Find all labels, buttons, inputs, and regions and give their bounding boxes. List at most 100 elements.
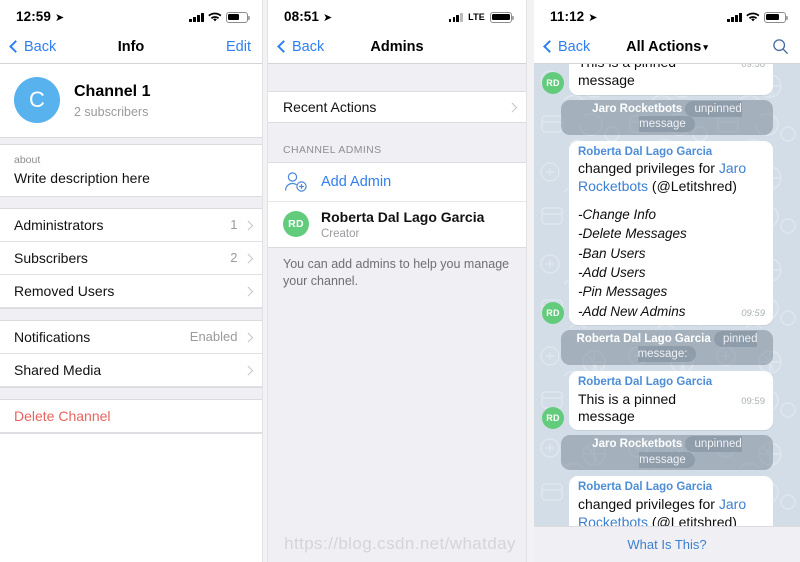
message-bubble[interactable]: Roberta Dal Lago Garcia changed privileg… (569, 140, 773, 325)
admin-name: Roberta Dal Lago Garcia (321, 209, 485, 225)
message-row[interactable]: RD Roberta Dal Lago Garcia This is a pin… (542, 370, 792, 431)
nav-bar-admins: Back Admins (268, 30, 526, 64)
chevron-right-icon (243, 365, 253, 375)
avatar: RD (542, 301, 564, 324)
phone-panel-chat: 11:12 ➤ Back All Actions ▾ RD message 09… (534, 0, 800, 562)
admins-footer-note: You can add admins to help you manage yo… (283, 256, 510, 289)
signal-bars-icon (727, 12, 742, 22)
message-row[interactable]: RD This is a pinned message 09:58 (542, 64, 792, 95)
back-label: Back (24, 38, 57, 55)
permissions-list: -Change Info -Delete Messages -Ban Users… (578, 205, 765, 321)
battery-icon (226, 11, 251, 23)
row-label: Administrators (14, 216, 104, 233)
nav-bar-info: Back Info Edit (0, 30, 262, 64)
chat-message-list[interactable]: RD This is a pinned message 09:58 Jaro R… (534, 64, 800, 562)
section-divider (0, 307, 262, 321)
chevron-left-icon (277, 40, 290, 53)
row-label: Removed Users (14, 282, 115, 299)
admins-body: Recent Actions CHANNEL ADMINS Add Admin (268, 64, 526, 562)
avatar: RD (542, 407, 564, 430)
back-button-admins[interactable]: Back (277, 38, 325, 55)
nav-bar-chat: Back All Actions ▾ (534, 30, 800, 64)
channel-avatar: C (14, 77, 60, 123)
message-time: 09:59 (741, 395, 765, 407)
chevron-down-icon: ▾ (703, 41, 708, 52)
phone-panel-admins: 08:51 ➤ LTE Back Admins Recent Actions CH… (268, 0, 526, 562)
edit-button[interactable]: Edit (226, 39, 251, 55)
battery-icon (764, 11, 789, 23)
permission-item: -Add New Admins (578, 303, 686, 319)
add-person-icon (283, 170, 309, 194)
recent-actions-label: Recent Actions (283, 99, 377, 115)
status-bar-chat: 11:12 ➤ (534, 0, 800, 30)
panel-gap-2 (526, 0, 534, 562)
permission-item: -Change Info (578, 207, 657, 223)
body-suffix: (@Letitshred) (648, 178, 737, 195)
row-administrators[interactable]: Administrators 1 (0, 208, 262, 242)
wifi-icon (746, 12, 760, 23)
chevron-right-icon (243, 332, 253, 342)
row-subscribers[interactable]: Subscribers 2 (0, 241, 262, 275)
row-removed-users[interactable]: Removed Users (0, 274, 262, 308)
row-value: Enabled (189, 329, 238, 345)
message-bubble[interactable]: This is a pinned message 09:58 (569, 64, 773, 95)
chevron-right-icon (243, 286, 253, 296)
message-text: This is a pinned message (578, 64, 676, 88)
message-sender: Roberta Dal Lago Garcia (578, 481, 713, 494)
status-time: 08:51 ➤ (284, 9, 333, 24)
row-label: Notifications (14, 328, 91, 345)
delete-channel-label: Delete Channel (14, 407, 111, 424)
wifi-icon (208, 12, 222, 23)
admin-role: Creator (321, 227, 360, 240)
message-sender: Roberta Dal Lago Garcia (578, 145, 713, 158)
system-actor: Jaro Rocketbots (592, 438, 683, 451)
delete-channel-button[interactable]: Delete Channel (0, 399, 262, 433)
chat-footer: What Is This? (534, 526, 800, 562)
body-prefix: changed privileges for (578, 160, 719, 177)
status-bar-admins: 08:51 ➤ LTE (268, 0, 526, 30)
signal-bars-icon (189, 12, 204, 22)
message-bubble[interactable]: Roberta Dal Lago Garcia This is a pinned… (569, 370, 773, 431)
system-message: Roberta Dal Lago Garcia pinned message: (542, 329, 792, 365)
permission-item: -Add Users (578, 265, 646, 281)
location-arrow-icon: ➤ (588, 12, 598, 24)
body-prefix: changed privileges for (578, 495, 719, 512)
back-button-chat[interactable]: Back (543, 39, 590, 55)
all-actions-label: All Actions (626, 38, 702, 55)
channel-subscribers: 2 subscribers (74, 104, 149, 119)
row-shared-media[interactable]: Shared Media (0, 353, 262, 387)
admin-list-item[interactable]: RD Roberta Dal Lago Garcia Creator (268, 201, 526, 247)
chevron-left-icon (543, 40, 556, 53)
message-row[interactable]: RD Roberta Dal Lago Garcia changed privi… (542, 140, 792, 325)
section-header-channel-admins: CHANNEL ADMINS (283, 144, 382, 156)
chevron-right-icon (507, 102, 517, 112)
message-time: 09:58 (741, 64, 765, 70)
location-arrow-icon: ➤ (55, 12, 65, 24)
row-recent-actions[interactable]: Recent Actions (268, 91, 526, 123)
row-value: 2 (230, 250, 238, 266)
chevron-right-icon (243, 253, 253, 263)
back-button-info[interactable]: Back (9, 38, 57, 55)
what-is-this-link[interactable]: What Is This? (627, 537, 706, 552)
about-section[interactable]: about Write description here (0, 145, 262, 196)
permission-item: -Ban Users (578, 245, 646, 261)
back-label: Back (292, 38, 325, 55)
channel-profile-row[interactable]: C Channel 1 2 subscribers (0, 64, 262, 137)
row-label: Subscribers (14, 249, 88, 266)
row-notifications[interactable]: Notifications Enabled (0, 320, 262, 354)
status-bar-info: 12:59 ➤ (0, 0, 262, 30)
chat-messages: RD This is a pinned message 09:58 Jaro R… (542, 64, 792, 562)
add-admin-button[interactable]: Add Admin (268, 163, 526, 201)
message-text: This is a pinned message (578, 390, 677, 425)
avatar: RD (283, 211, 309, 238)
channel-name: Channel 1 (74, 82, 151, 100)
system-actor: Jaro Rocketbots (592, 102, 683, 115)
search-icon[interactable] (772, 38, 789, 55)
row-value: 1 (230, 217, 238, 233)
chevron-left-icon (9, 40, 22, 53)
list-bottom-divider (0, 432, 262, 434)
about-label: about (14, 154, 41, 166)
avatar: RD (542, 71, 564, 94)
section-divider (0, 137, 262, 145)
status-time: 11:12 ➤ (550, 9, 598, 24)
